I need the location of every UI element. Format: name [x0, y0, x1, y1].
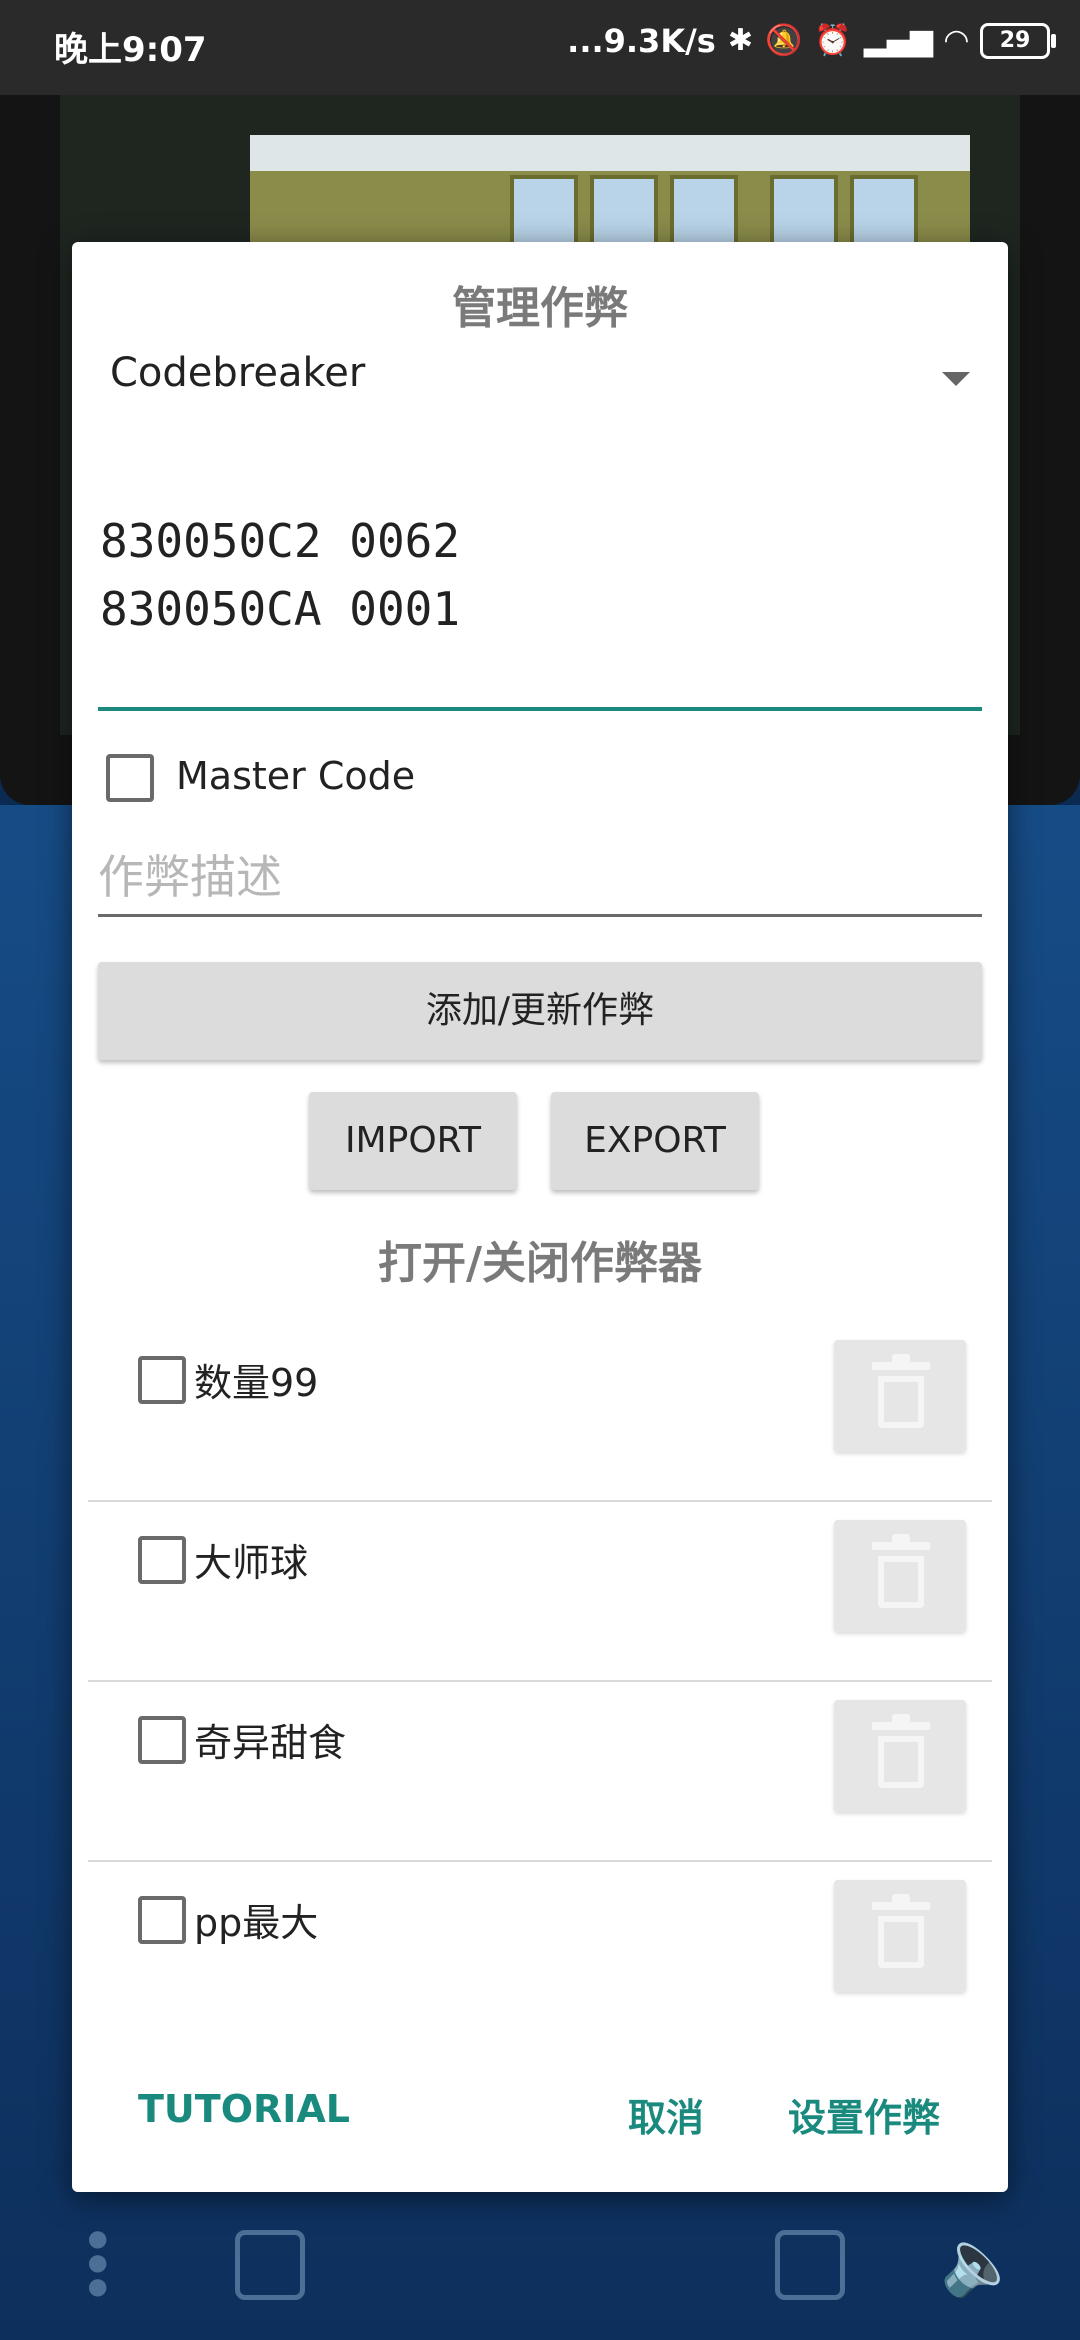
load-state-icon[interactable]: [235, 2230, 305, 2300]
code-type-value: Codebreaker: [110, 350, 366, 396]
status-time: 晚上9:07: [54, 30, 207, 70]
cheat-label: 数量99: [194, 1361, 319, 1405]
cheat-checkbox[interactable]: [138, 1536, 186, 1584]
battery-icon: 29: [980, 23, 1056, 59]
status-icons: ...9.3K/s ✱ 🔕 ⏰ ▂▄▆ ◠ 29: [567, 22, 1056, 60]
cheat-label: pp最大: [194, 1901, 319, 1945]
tutorial-button[interactable]: TUTORIAL: [138, 2087, 350, 2131]
add-update-cheat-button[interactable]: 添加/更新作弊: [98, 962, 982, 1060]
code-line: 830050C2 0062: [100, 514, 461, 568]
cheat-code-input[interactable]: 830050C2 0062 830050CA 0001: [98, 507, 982, 711]
volume-icon[interactable]: 🔈: [940, 2225, 1020, 2300]
delete-cheat-button[interactable]: [834, 1520, 966, 1632]
chevron-down-icon: [942, 372, 970, 386]
code-type-dropdown[interactable]: Codebreaker: [110, 350, 970, 410]
more-icon[interactable]: • • •: [80, 2212, 115, 2320]
bluetooth-icon: ✱: [727, 23, 753, 58]
cheat-checkbox[interactable]: [138, 1896, 186, 1944]
cheat-description-field[interactable]: [98, 842, 982, 917]
cheat-row: 数量99: [88, 1322, 992, 1502]
status-bar: 晚上9:07 ...9.3K/s ✱ 🔕 ⏰ ▂▄▆ ◠ 29: [0, 0, 1080, 95]
cheat-row: 大师球: [88, 1502, 992, 1682]
wifi-icon: ◠: [944, 23, 968, 58]
cancel-button[interactable]: 取消: [628, 2087, 704, 2142]
emulator-toolbar: • • • 🔈: [0, 2200, 1080, 2340]
cheat-checkbox[interactable]: [138, 1356, 186, 1404]
delete-cheat-button[interactable]: [834, 1700, 966, 1812]
cheat-description-input[interactable]: [98, 842, 982, 912]
signal-icon: ▂▄▆: [863, 23, 933, 58]
alarm-icon: ⏰: [814, 23, 852, 58]
save-state-icon[interactable]: [775, 2230, 845, 2300]
mute-icon: 🔕: [764, 23, 803, 58]
cheat-checkbox[interactable]: [138, 1716, 186, 1764]
export-button[interactable]: EXPORT: [551, 1092, 759, 1190]
network-speed: ...9.3K/s: [567, 22, 716, 60]
cheat-row: 奇异甜食: [88, 1682, 992, 1862]
import-button[interactable]: IMPORT: [309, 1092, 517, 1190]
trash-icon: [872, 1714, 930, 1788]
trash-icon: [872, 1894, 930, 1968]
trash-icon: [872, 1534, 930, 1608]
delete-cheat-button[interactable]: [834, 1880, 966, 1992]
delete-cheat-button[interactable]: [834, 1340, 966, 1452]
trash-icon: [872, 1354, 930, 1428]
master-code-checkbox[interactable]: [106, 754, 154, 802]
cheat-label: 大师球: [194, 1541, 309, 1585]
master-code-label: Master Code: [176, 754, 416, 798]
set-cheats-button[interactable]: 设置作弊: [788, 2087, 940, 2142]
code-line: 830050CA 0001: [100, 582, 461, 636]
cheat-row: pp最大: [88, 1862, 992, 2042]
dialog-title: 管理作弊: [452, 283, 628, 334]
manage-cheats-dialog: 管理作弊 Codebreaker 830050C2 0062 830050CA …: [72, 242, 1008, 2192]
toggle-cheats-title: 打开/关闭作弊器: [377, 1238, 703, 1289]
cheat-label: 奇异甜食: [194, 1721, 347, 1765]
